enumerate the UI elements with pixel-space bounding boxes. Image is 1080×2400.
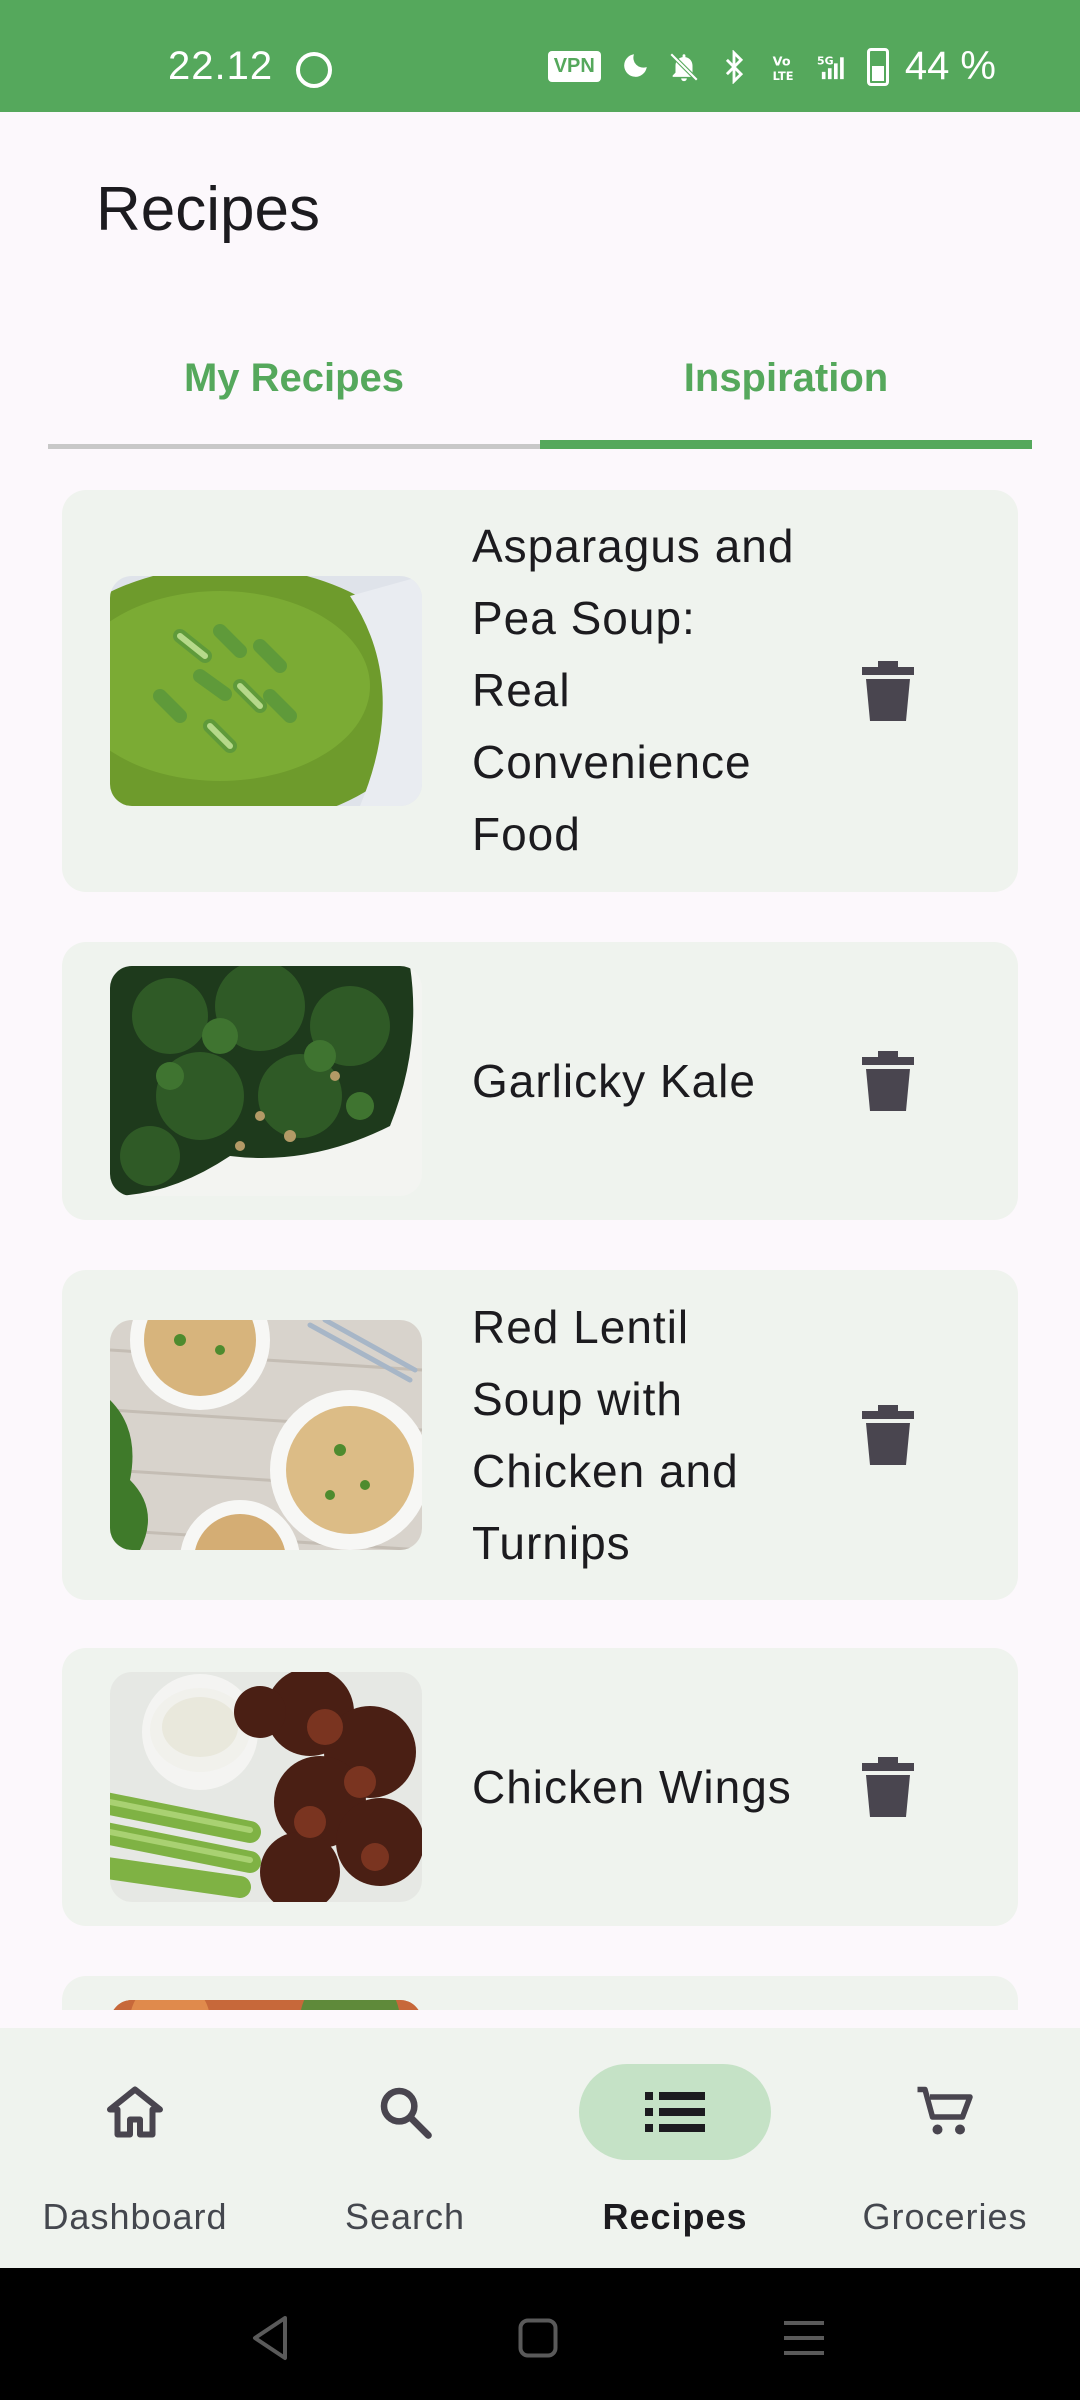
nav-item-dashboard[interactable]: Dashboard <box>0 2028 270 2268</box>
recipe-card[interactable]: Garlicky Kale <box>62 942 1018 1220</box>
recipe-image-chicken-wings <box>110 1672 422 1902</box>
tab-bar: My Recipes Inspiration <box>48 330 1032 450</box>
trash-icon[interactable] <box>848 1395 928 1475</box>
system-navigation-bar <box>0 2268 1080 2400</box>
recipe-card[interactable] <box>62 1976 1018 2010</box>
svg-text:Vo: Vo <box>772 54 790 69</box>
nav-pill <box>849 2064 1041 2160</box>
signal-5g-icon: 5G <box>817 54 844 79</box>
battery-level: 44 % <box>904 44 996 88</box>
cart-icon <box>917 2086 973 2135</box>
recipe-title: Chicken Wings <box>472 1761 792 1813</box>
search-icon <box>380 2087 432 2139</box>
page-title: Recipes <box>96 175 320 244</box>
nav-item-recipes[interactable]: Recipes <box>540 2028 810 2268</box>
nav-pill <box>309 2064 501 2160</box>
recipe-list[interactable]: Asparagus and Pea Soup: Real Convenience… <box>62 490 1018 2010</box>
tab-inspiration[interactable]: Inspiration <box>540 330 1032 450</box>
recipe-image-lentil-soup <box>110 1320 422 1550</box>
recipe-image-kale <box>110 966 422 1196</box>
nav-pill-active <box>579 2064 771 2160</box>
trash-icon[interactable] <box>848 1041 928 1121</box>
status-icons: VPN Vo LTE 5G 44 % <box>547 44 996 89</box>
list-icon <box>645 2092 705 2132</box>
nav-item-groceries[interactable]: Groceries <box>810 2028 1080 2268</box>
status-bar: 22.12 VPN Vo LTE 5G 44 % <box>0 0 1080 112</box>
nav-item-search[interactable]: Search <box>270 2028 540 2268</box>
home-icon <box>107 2086 163 2138</box>
recipe-title: Asparagus and Pea Soup: Real Convenience… <box>472 520 795 860</box>
battery-icon <box>866 47 889 86</box>
recents-icon[interactable] <box>774 2308 834 2368</box>
trash-icon[interactable] <box>848 1747 928 1827</box>
home-button-icon[interactable] <box>508 2308 568 2368</box>
recipe-image-green-soup <box>110 576 422 806</box>
back-icon[interactable] <box>240 2308 300 2368</box>
whatsapp-icon <box>296 52 332 88</box>
trash-icon[interactable] <box>848 651 928 731</box>
tab-my-recipes[interactable]: My Recipes <box>48 330 540 450</box>
svg-text:LTE: LTE <box>772 68 793 82</box>
bottom-navigation: Dashboard Search Recipes Groceries <box>0 2028 1080 2268</box>
bluetooth-icon <box>725 49 743 84</box>
recipe-card[interactable]: Red Lentil Soup with Chicken and Turnips <box>62 1270 1018 1600</box>
moon-icon <box>624 53 647 77</box>
recipe-title: Garlicky Kale <box>472 1055 756 1107</box>
recipe-card[interactable]: Asparagus and Pea Soup: Real Convenience… <box>62 490 1018 892</box>
recipe-card[interactable]: Chicken Wings <box>62 1648 1018 1926</box>
svg-text:5G: 5G <box>817 54 834 67</box>
vpn-badge: VPN <box>547 51 601 82</box>
status-time: 22.12 <box>168 44 274 88</box>
nav-pill <box>39 2064 231 2160</box>
recipe-image-partial <box>110 2000 422 2010</box>
recipe-title: Red Lentil Soup with Chicken and Turnips <box>472 1301 739 1569</box>
volte-icon: VoLTE <box>772 54 793 82</box>
nav-label: Search <box>344 2196 466 2237</box>
nav-label: Recipes <box>602 2196 748 2237</box>
nav-label: Dashboard <box>42 2196 228 2237</box>
bell-off-icon <box>669 52 699 81</box>
nav-label: Groceries <box>862 2196 1028 2237</box>
tab-indicator <box>540 440 1032 449</box>
